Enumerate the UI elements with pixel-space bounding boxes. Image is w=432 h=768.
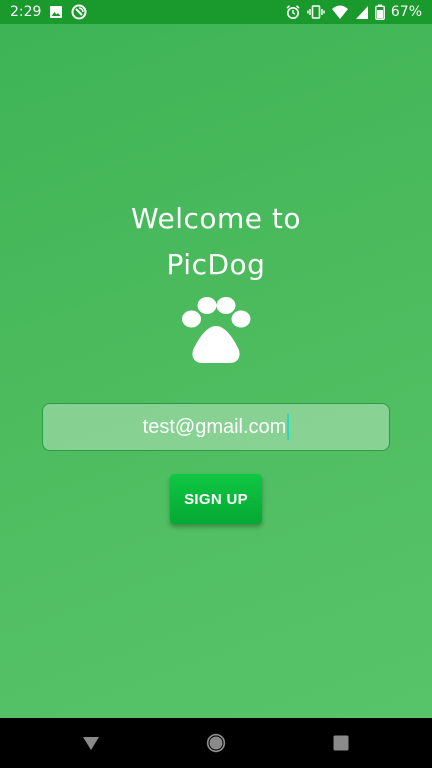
welcome-title: Welcome to PicDog bbox=[0, 196, 432, 288]
app-content: Welcome to PicDog test@gmail.com SIGN UP bbox=[0, 24, 432, 718]
sync-icon bbox=[71, 4, 87, 20]
sign-up-button[interactable]: SIGN UP bbox=[170, 474, 262, 524]
recents-icon[interactable] bbox=[330, 732, 352, 754]
status-left: 2:29 bbox=[10, 4, 87, 20]
text-cursor bbox=[287, 414, 290, 440]
phone-screen: 2:29 67% Welcome to PicDog test@gmail.co… bbox=[0, 0, 432, 768]
status-right: 67% bbox=[285, 4, 422, 20]
sign-up-label: SIGN UP bbox=[184, 490, 248, 508]
back-icon[interactable] bbox=[80, 732, 102, 754]
wifi-icon bbox=[331, 4, 349, 20]
welcome-line-1: Welcome to bbox=[130, 202, 302, 235]
home-icon[interactable] bbox=[205, 732, 227, 754]
status-time: 2:29 bbox=[10, 4, 42, 20]
email-input-value: test@gmail.com bbox=[142, 415, 287, 438]
email-field[interactable]: test@gmail.com bbox=[42, 403, 390, 451]
signal-icon bbox=[355, 4, 369, 20]
alarm-icon bbox=[285, 4, 301, 20]
navigation-bar bbox=[0, 718, 432, 768]
battery-icon bbox=[374, 4, 385, 20]
image-icon bbox=[49, 5, 63, 19]
vibrate-icon bbox=[307, 4, 325, 20]
welcome-line-2: PicDog bbox=[166, 248, 266, 281]
battery-percent: 67% bbox=[390, 4, 422, 20]
paw-icon bbox=[180, 296, 252, 366]
status-bar: 2:29 67% bbox=[0, 0, 432, 24]
